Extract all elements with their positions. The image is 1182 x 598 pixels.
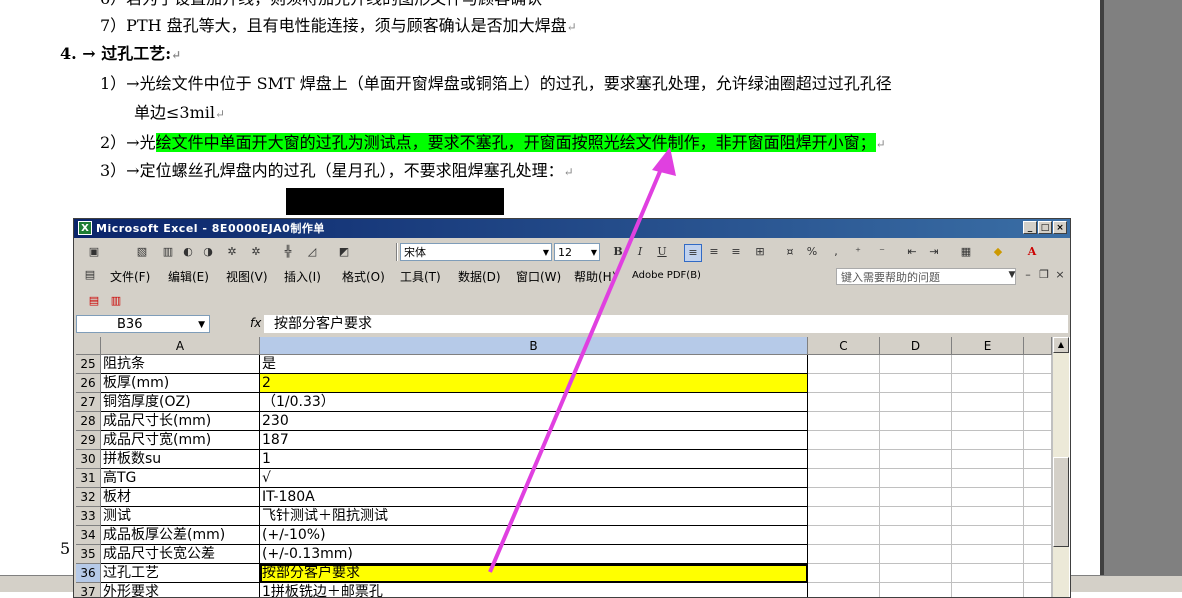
arrow-shaft [488, 161, 666, 573]
arrow-head [652, 147, 676, 176]
annotation-arrow [488, 147, 676, 573]
